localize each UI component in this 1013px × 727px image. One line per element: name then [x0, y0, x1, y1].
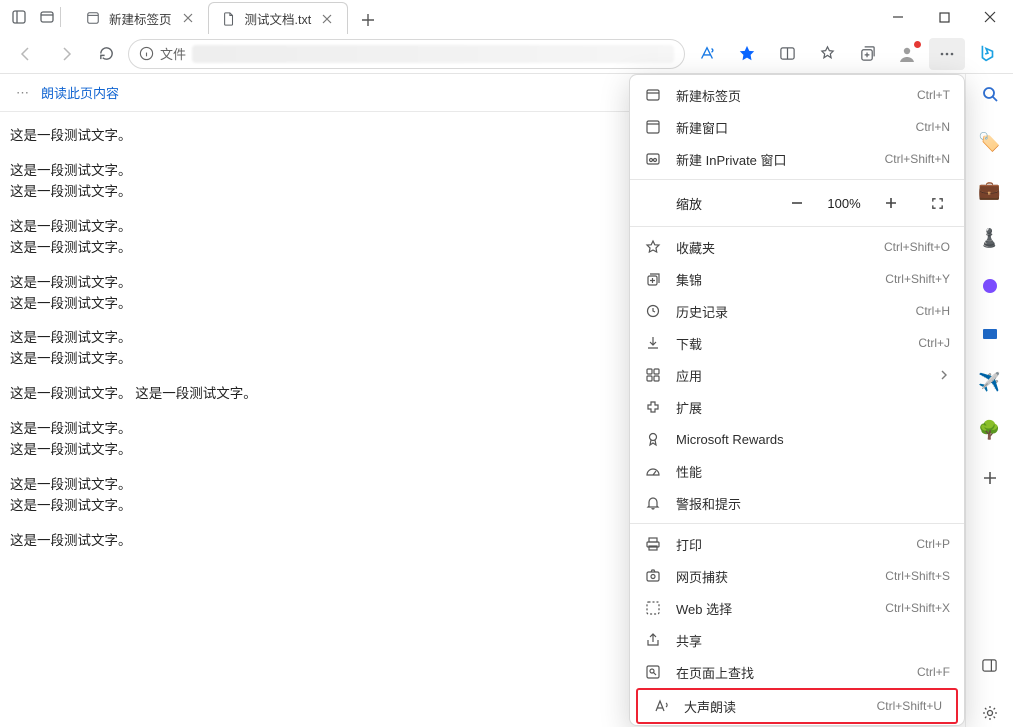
menu-share[interactable]: 共享: [630, 624, 964, 656]
tab-0[interactable]: 新建标签页: [73, 2, 208, 34]
window-titlebar: 新建标签页 测试文档.txt: [0, 0, 1013, 34]
split-screen-icon[interactable]: [769, 38, 805, 70]
shopping-tag-icon[interactable]: 🏷️: [976, 128, 1004, 156]
tab-actions-icon[interactable]: [10, 8, 28, 26]
extensions-icon: [644, 398, 662, 416]
more-menu-button[interactable]: [929, 38, 965, 70]
zoom-out-button[interactable]: [784, 190, 810, 216]
menu-extensions[interactable]: 扩展: [630, 391, 964, 423]
download-icon: [644, 334, 662, 352]
menu-separator: [630, 179, 964, 180]
refresh-button[interactable]: [88, 38, 124, 70]
menu-new-window[interactable]: 新建窗口Ctrl+N: [630, 111, 964, 143]
settings-gear-icon[interactable]: [976, 699, 1004, 727]
zoom-label: 缩放: [676, 194, 774, 213]
reader-bar-title[interactable]: 朗读此页内容: [41, 83, 119, 102]
minimize-button[interactable]: [875, 0, 921, 34]
games-icon[interactable]: ♟️: [976, 224, 1004, 252]
menu-web-capture[interactable]: 网页捕获Ctrl+Shift+S: [630, 560, 964, 592]
settings-menu: 新建标签页Ctrl+T 新建窗口Ctrl+N 新建 InPrivate 窗口Ct…: [629, 74, 965, 726]
capture-icon: [644, 567, 662, 585]
profile-avatar[interactable]: [889, 38, 925, 70]
menu-performance[interactable]: 性能: [630, 455, 964, 487]
new-tab-icon: [644, 86, 662, 104]
notification-dot: [914, 41, 921, 48]
close-icon[interactable]: [319, 11, 335, 27]
collections-icon[interactable]: [849, 38, 885, 70]
file-icon: [221, 11, 237, 27]
back-button[interactable]: [8, 38, 44, 70]
web-select-icon: [644, 599, 662, 617]
tab-title: 测试文档.txt: [245, 9, 312, 28]
favorites-bar-icon[interactable]: [809, 38, 845, 70]
workspaces-icon[interactable]: [38, 8, 56, 26]
menu-zoom-row: 缩放 100%: [630, 184, 964, 222]
titlebar-left: [0, 8, 56, 26]
tab-strip: 新建标签页 测试文档.txt: [73, 0, 382, 34]
zoom-value: 100%: [820, 196, 868, 211]
forward-button[interactable]: [48, 38, 84, 70]
bing-chat-icon[interactable]: [969, 38, 1005, 70]
menu-separator: [630, 523, 964, 524]
side-dock: 🏷️ 💼 ♟️ ✈️ 🌳: [965, 74, 1013, 727]
menu-downloads[interactable]: 下载Ctrl+J: [630, 327, 964, 359]
inprivate-icon: [644, 150, 662, 168]
sidebar-toggle-icon[interactable]: [976, 651, 1004, 679]
tab-title: 新建标签页: [109, 9, 172, 28]
tab-1-active[interactable]: 测试文档.txt: [208, 2, 349, 34]
menu-find[interactable]: 在页面上查找Ctrl+F: [630, 656, 964, 688]
globe-icon: [85, 10, 101, 26]
scheme-label: 文件: [160, 44, 186, 63]
star-icon: [644, 238, 662, 256]
new-window-icon: [644, 118, 662, 136]
bell-icon: [644, 494, 662, 512]
drag-handle-icon[interactable]: ⋯: [16, 85, 31, 101]
read-aloud-icon: [652, 697, 670, 715]
tree-icon[interactable]: 🌳: [976, 416, 1004, 444]
share-icon: [644, 631, 662, 649]
read-aloud-icon[interactable]: [689, 38, 725, 70]
collections-icon: [644, 270, 662, 288]
apps-icon: [644, 366, 662, 384]
highlight-box: 大声朗读Ctrl+Shift+U: [636, 688, 958, 724]
performance-icon: [644, 462, 662, 480]
maximize-button[interactable]: [921, 0, 967, 34]
new-tab-button[interactable]: [354, 6, 382, 34]
separator: [60, 7, 61, 27]
window-controls: [875, 0, 1013, 34]
menu-read-aloud[interactable]: 大声朗读Ctrl+Shift+U: [638, 690, 956, 722]
menu-new-tab[interactable]: 新建标签页Ctrl+T: [630, 79, 964, 111]
menu-new-inprivate[interactable]: 新建 InPrivate 窗口Ctrl+Shift+N: [630, 143, 964, 175]
find-icon: [644, 663, 662, 681]
send-icon[interactable]: ✈️: [976, 368, 1004, 396]
menu-apps[interactable]: 应用: [630, 359, 964, 391]
outlook-icon[interactable]: [976, 320, 1004, 348]
favorite-star-icon[interactable]: [729, 38, 765, 70]
rewards-icon: [644, 430, 662, 448]
search-icon[interactable]: [976, 80, 1004, 108]
fullscreen-button[interactable]: [924, 190, 950, 216]
menu-history[interactable]: 历史记录Ctrl+H: [630, 295, 964, 327]
toolbox-icon[interactable]: 💼: [976, 176, 1004, 204]
browser-toolbar: 文件: [0, 34, 1013, 74]
info-icon: [139, 46, 154, 61]
menu-more-tools[interactable]: 更多工具: [630, 724, 964, 726]
close-window-button[interactable]: [967, 0, 1013, 34]
zoom-in-button[interactable]: [878, 190, 904, 216]
address-bar[interactable]: 文件: [128, 39, 685, 69]
menu-alerts[interactable]: 警报和提示: [630, 487, 964, 519]
history-icon: [644, 302, 662, 320]
menu-separator: [630, 226, 964, 227]
menu-web-select[interactable]: Web 选择Ctrl+Shift+X: [630, 592, 964, 624]
menu-collections[interactable]: 集锦Ctrl+Shift+Y: [630, 263, 964, 295]
office-icon[interactable]: [976, 272, 1004, 300]
chevron-right-icon: [938, 369, 950, 381]
menu-favorites[interactable]: 收藏夹Ctrl+Shift+O: [630, 231, 964, 263]
close-icon[interactable]: [180, 10, 196, 26]
menu-rewards[interactable]: Microsoft Rewards: [630, 423, 964, 455]
menu-print[interactable]: 打印Ctrl+P: [630, 528, 964, 560]
print-icon: [644, 535, 662, 553]
add-tool-button[interactable]: [976, 464, 1004, 492]
address-path-blurred: [192, 45, 674, 63]
